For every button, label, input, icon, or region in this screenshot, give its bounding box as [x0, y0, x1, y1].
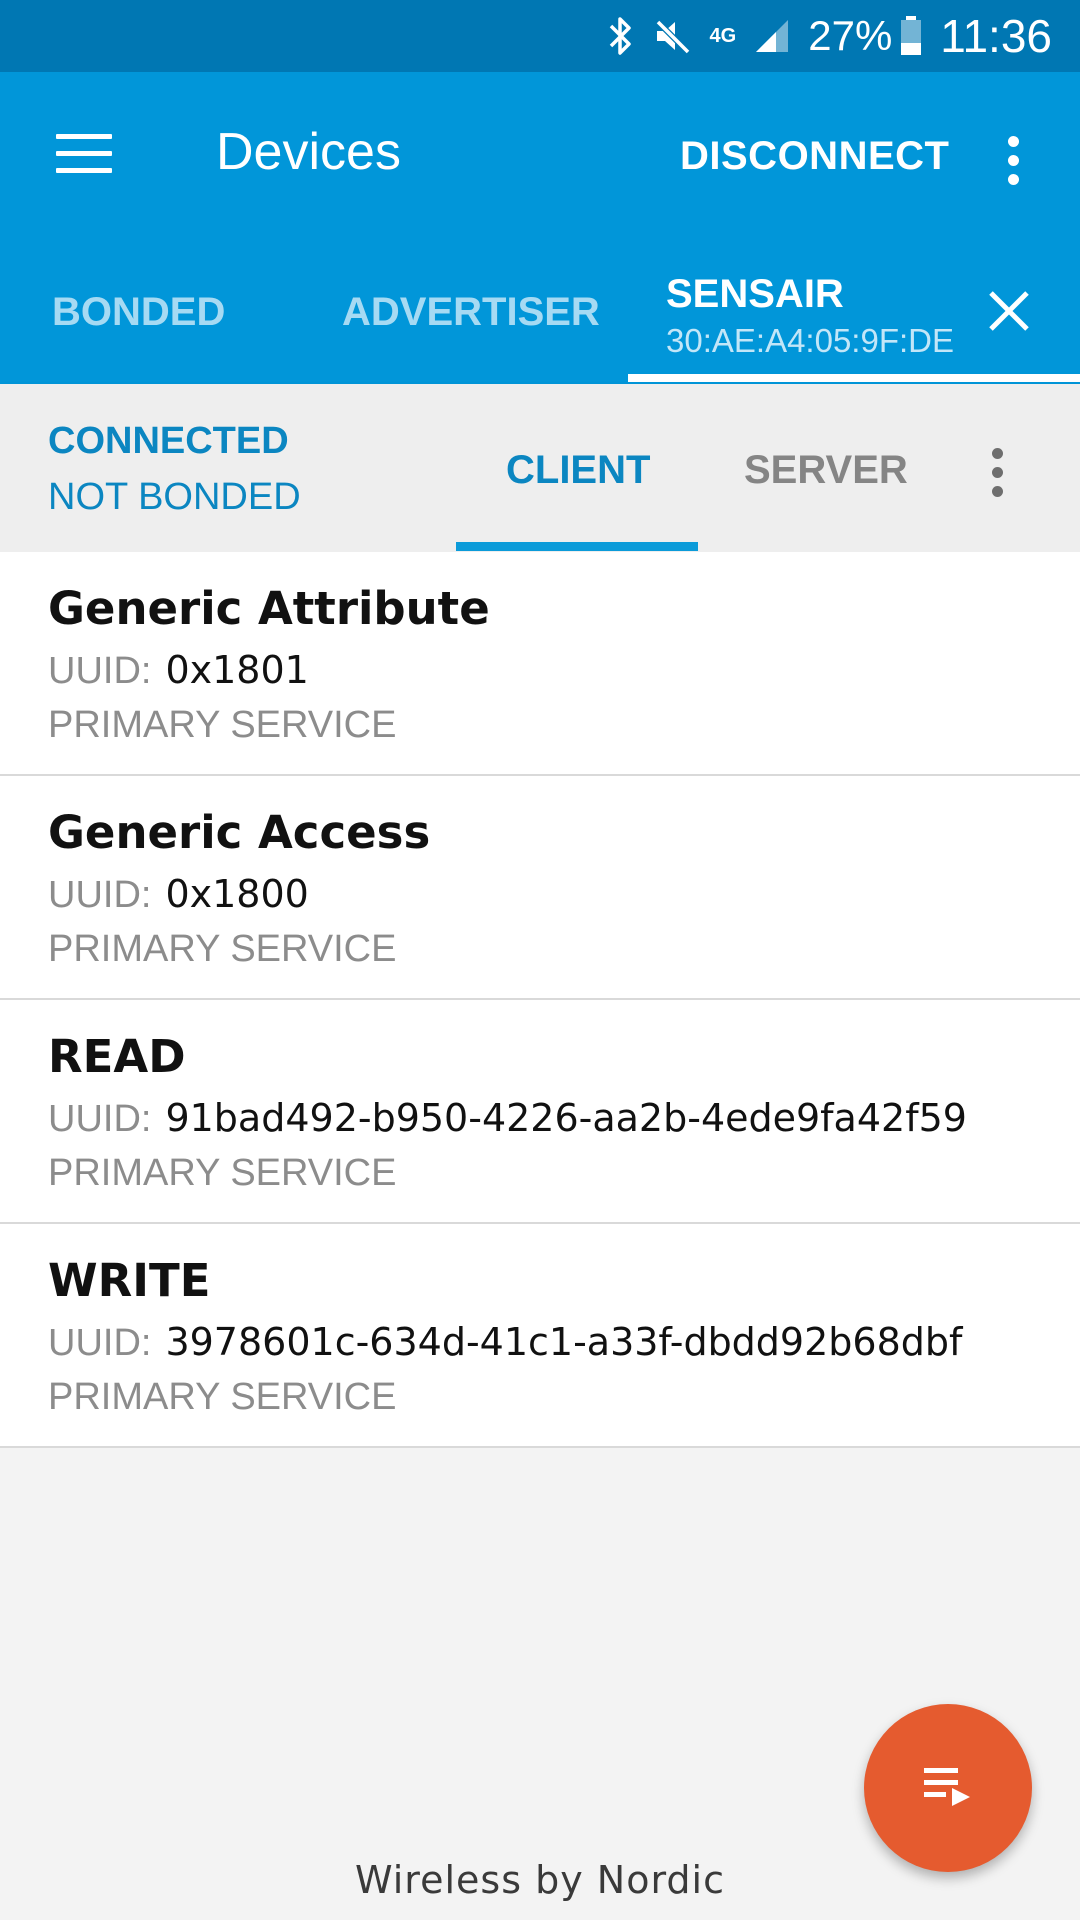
device-address: 30:AE:A4:05:9F:DE	[666, 322, 954, 359]
more-options-icon[interactable]	[1000, 130, 1028, 190]
disconnect-button[interactable]: DISCONNECT	[680, 134, 949, 179]
toolbar: Devices DISCONNECT	[0, 72, 1080, 242]
page-title: Devices	[216, 123, 401, 181]
uuid-label: UUID:	[48, 650, 152, 692]
uuid-value: 0x1800	[165, 872, 309, 916]
service-item-generic-attribute[interactable]: Generic Attribute UUID: 0x1801 PRIMARY SE…	[0, 552, 1080, 776]
service-name: READ	[48, 1030, 186, 1083]
network-4g-icon: 4G	[709, 25, 737, 47]
uuid-value: 91bad492-b950-4226-aa2b-4ede9fa42f59	[165, 1096, 967, 1140]
service-item-read[interactable]: READ UUID: 91bad492-b950-4226-aa2b-4ede9f…	[0, 1000, 1080, 1224]
service-uuid-row: UUID: 91bad492-b950-4226-aa2b-4ede9fa42f5…	[48, 1096, 967, 1141]
service-name: Generic Access	[48, 806, 431, 859]
log-playlist-icon	[922, 1764, 974, 1813]
service-item-generic-access[interactable]: Generic Access UUID: 0x1800 PRIMARY SERVI…	[0, 776, 1080, 1000]
status-bar: 4G 27% 11:36	[0, 0, 1080, 72]
service-type: PRIMARY SERVICE	[48, 1376, 397, 1418]
tab-client[interactable]: CLIENT	[506, 448, 650, 493]
service-uuid-row: UUID: 0x1801	[48, 648, 309, 693]
battery-percent: 27%	[808, 12, 893, 59]
service-uuid-row: UUID: 0x1800	[48, 872, 309, 917]
log-fab-button[interactable]	[864, 1704, 1032, 1872]
service-item-write[interactable]: WRITE UUID: 3978601c-634d-41c1-a33f-dbdd9…	[0, 1224, 1080, 1448]
bluetooth-icon	[608, 12, 634, 60]
battery-icon	[900, 12, 922, 60]
service-type: PRIMARY SERVICE	[48, 928, 397, 970]
service-uuid-row: UUID: 3978601c-634d-41c1-a33f-dbdd92b68db…	[48, 1320, 962, 1365]
active-tab-indicator	[628, 374, 1080, 382]
uuid-value: 0x1801	[165, 648, 309, 692]
battery-status: 27%	[808, 12, 922, 60]
signal-icon	[754, 12, 790, 60]
mute-icon	[652, 12, 692, 60]
connection-more-options-icon[interactable]	[984, 442, 1012, 502]
tab-bonded[interactable]: BONDED	[52, 290, 225, 335]
uuid-label: UUID:	[48, 1098, 152, 1140]
uuid-value: 3978601c-634d-41c1-a33f-dbdd92b68dbf	[165, 1320, 963, 1364]
menu-icon[interactable]	[56, 134, 112, 174]
service-name: Generic Attribute	[48, 582, 490, 635]
uuid-label: UUID:	[48, 874, 152, 916]
tab-advertiser[interactable]: ADVERTISER	[342, 290, 600, 335]
device-name: SENSAIR	[666, 272, 844, 316]
service-type: PRIMARY SERVICE	[48, 1152, 397, 1194]
connection-bar: CONNECTED NOT BONDED CLIENT SERVER	[0, 384, 1080, 552]
tab-server[interactable]: SERVER	[744, 448, 908, 493]
service-type: PRIMARY SERVICE	[48, 704, 397, 746]
clock: 11:36	[940, 10, 1052, 62]
connection-status: CONNECTED	[48, 420, 289, 462]
service-name: WRITE	[48, 1254, 211, 1307]
uuid-label: UUID:	[48, 1322, 152, 1364]
service-list: Generic Attribute UUID: 0x1801 PRIMARY SE…	[0, 552, 1080, 1448]
bond-status: NOT BONDED	[48, 476, 301, 518]
footer-branding: Wireless by Nordic	[355, 1858, 725, 1902]
client-tab-indicator	[456, 542, 698, 551]
close-icon[interactable]	[988, 290, 1030, 332]
